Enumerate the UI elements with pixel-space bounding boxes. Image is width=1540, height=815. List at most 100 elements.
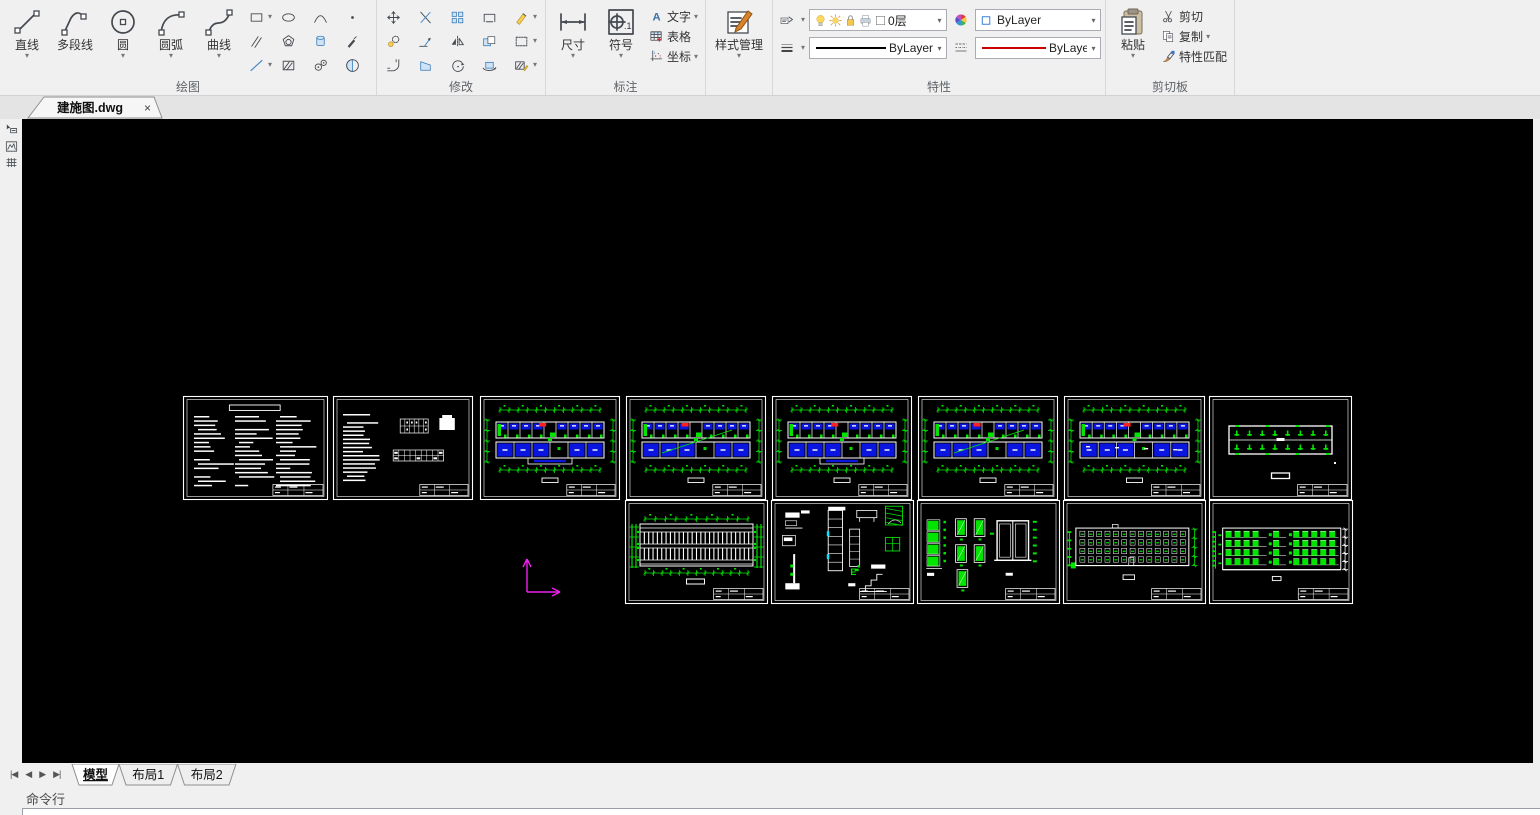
taper-icon bbox=[419, 60, 431, 71]
button-select-box-icon[interactable] bbox=[509, 29, 533, 53]
dropdown-arrow-icon[interactable]: ▾ bbox=[268, 53, 276, 77]
dropdown-arrow-icon[interactable]: ▾ bbox=[801, 16, 805, 24]
jog-icon bbox=[483, 13, 495, 22]
dropdown-arrow-icon: ▾ bbox=[1091, 15, 1096, 25]
side-tool-2-side-window-tool-icon[interactable] bbox=[2, 138, 20, 154]
command-input[interactable] bbox=[22, 808, 1540, 815]
button-orbit-icon[interactable] bbox=[477, 53, 501, 77]
button-jog-icon[interactable] bbox=[477, 5, 501, 29]
button-mirror-icon[interactable] bbox=[445, 29, 469, 53]
button-特性匹配[interactable]: 特性匹配 bbox=[1158, 47, 1230, 66]
dropdown-arrow-icon bbox=[332, 5, 340, 29]
dropdown-arrow-icon[interactable]: ▾ bbox=[801, 44, 805, 52]
dropdown-arrow-icon[interactable]: ▾ bbox=[533, 53, 541, 77]
button-cylinder-icon[interactable] bbox=[308, 29, 332, 53]
next-layout-button[interactable]: ▶ bbox=[39, 769, 46, 780]
button-文字[interactable]: A 文字 ▾ bbox=[646, 7, 701, 26]
button-construction-line-icon[interactable] bbox=[244, 53, 268, 77]
button-复制[interactable]: 复制 ▾ bbox=[1158, 27, 1230, 46]
button-粘贴[interactable]: 粘贴 ▾ bbox=[1110, 5, 1156, 60]
match-properties-icon bbox=[1163, 50, 1175, 62]
document-tab-close-icon[interactable]: × bbox=[144, 101, 151, 115]
button-rotate-icon[interactable] bbox=[445, 53, 469, 77]
dropdown-arrow-icon bbox=[268, 29, 276, 53]
button-break-icon[interactable] bbox=[477, 29, 501, 53]
button-表格[interactable]: 表格 bbox=[646, 27, 701, 46]
button-double-line-icon[interactable] bbox=[244, 29, 268, 53]
button-wipeout-icon[interactable] bbox=[340, 53, 364, 77]
last-layout-button[interactable]: ▶| bbox=[53, 769, 61, 780]
button-gears-icon[interactable] bbox=[308, 53, 332, 77]
dropdown-arrow-icon bbox=[74, 52, 76, 60]
button-剪切[interactable]: 剪切 bbox=[1158, 7, 1230, 26]
button-color-wheel-icon[interactable] bbox=[951, 9, 971, 31]
coordinate-icon: 12 bbox=[650, 50, 663, 62]
button-region-icon[interactable] bbox=[276, 29, 300, 53]
layer-combo[interactable]: 0层 ▾ bbox=[809, 9, 948, 31]
hatch-icon bbox=[282, 60, 294, 70]
gears-icon bbox=[314, 59, 327, 71]
button-hatch-icon[interactable] bbox=[276, 53, 300, 77]
button-linetype-icon[interactable] bbox=[951, 37, 971, 59]
button-多段线[interactable]: 多段线 bbox=[52, 5, 98, 60]
lineweight-combo[interactable]: ByLayer ▾ bbox=[809, 37, 948, 59]
side-arrow-tool-icon bbox=[6, 123, 17, 133]
button-圆[interactable]: 圆 ▾ bbox=[100, 5, 146, 60]
dropdown-arrow-icon[interactable]: ▾ bbox=[268, 5, 276, 29]
fillet-icon bbox=[386, 58, 399, 71]
button-trim-icon[interactable] bbox=[413, 5, 437, 29]
button-fillet-icon[interactable] bbox=[381, 53, 405, 77]
button-revision-curve-icon[interactable] bbox=[308, 5, 332, 29]
first-layout-button[interactable]: |◀ bbox=[10, 769, 18, 780]
button-label: 多段线 bbox=[56, 38, 93, 52]
button-hatch-edit-icon[interactable] bbox=[509, 53, 533, 77]
button-taper-icon[interactable] bbox=[413, 53, 437, 77]
lineweight-combo-value: ByLayer bbox=[889, 41, 934, 55]
button-lineweight-icon[interactable] bbox=[777, 37, 797, 59]
layer-combo-value: 0层 bbox=[888, 13, 907, 28]
button-layer-tools-icon[interactable] bbox=[777, 9, 797, 31]
button-曲线[interactable]: 曲线 ▾ bbox=[196, 5, 242, 60]
dropdown-arrow-icon[interactable]: ▾ bbox=[533, 5, 541, 29]
button-圆弧[interactable]: 圆弧 ▾ bbox=[148, 5, 194, 60]
color-combo[interactable]: ByLayer ▾ bbox=[975, 9, 1102, 31]
color-wheel-icon bbox=[955, 14, 967, 26]
button-label: 曲线 bbox=[206, 38, 231, 52]
dropdown-arrow-icon: ▾ bbox=[1131, 51, 1136, 60]
cylinder-icon bbox=[315, 35, 325, 46]
button-直线[interactable]: 直线 ▾ bbox=[4, 5, 50, 60]
button-label: 文字 bbox=[667, 10, 692, 24]
point-icon bbox=[350, 15, 354, 19]
ribbon-panel-draw: 直线 ▾ 多段线 圆 ▾ 圆弧 ▾ 曲线 ▾ ▾ ▾ 绘图 bbox=[0, 0, 377, 95]
panel-label-text: 修改 bbox=[448, 80, 473, 94]
button-ellipse-icon[interactable] bbox=[276, 5, 300, 29]
button-array-icon[interactable] bbox=[445, 5, 469, 29]
dropdown-arrow-icon: ▾ bbox=[24, 51, 29, 60]
button-erase-icon[interactable] bbox=[509, 5, 533, 29]
linetype-sample bbox=[982, 47, 1047, 49]
linetype-combo[interactable]: ByLayer▾ bbox=[975, 37, 1102, 59]
dropdown-arrow-icon[interactable]: ▾ bbox=[533, 29, 541, 53]
button-extend-icon[interactable] bbox=[413, 29, 437, 53]
blue-swatch-icon bbox=[981, 15, 991, 25]
button-符号[interactable]: .1 符号 ▾ bbox=[598, 5, 644, 60]
side-tool-3-side-grid-tool-icon[interactable] bbox=[2, 155, 20, 171]
button-坐标[interactable]: 1 2 坐标 ▾ bbox=[646, 47, 701, 66]
side-tool-1-side-arrow-tool-icon[interactable] bbox=[2, 121, 20, 137]
button-rectangle-icon[interactable] bbox=[244, 5, 268, 29]
dropdown-arrow-icon: ▾ bbox=[120, 51, 125, 60]
button-point-icon[interactable] bbox=[340, 5, 364, 29]
button-label: 尺寸 bbox=[560, 38, 585, 52]
dropdown-arrow-icon bbox=[405, 53, 413, 77]
dropdown-arrow-icon: ▾ bbox=[570, 51, 575, 60]
button-move-icon[interactable] bbox=[381, 5, 405, 29]
linetype-icon bbox=[955, 43, 967, 52]
model-canvas[interactable] bbox=[22, 119, 1533, 763]
button-样式管理[interactable]: 样式管理 ▾ bbox=[710, 5, 768, 60]
button-picker-icon[interactable] bbox=[340, 29, 364, 53]
button-尺寸[interactable]: 尺寸 ▾ bbox=[550, 5, 596, 60]
previous-layout-button[interactable]: ◀ bbox=[25, 769, 32, 780]
color-combo-value: ByLayer bbox=[997, 13, 1042, 27]
button-offset-icon[interactable] bbox=[381, 29, 405, 53]
ribbon-panel-label: 特性 bbox=[927, 78, 951, 95]
